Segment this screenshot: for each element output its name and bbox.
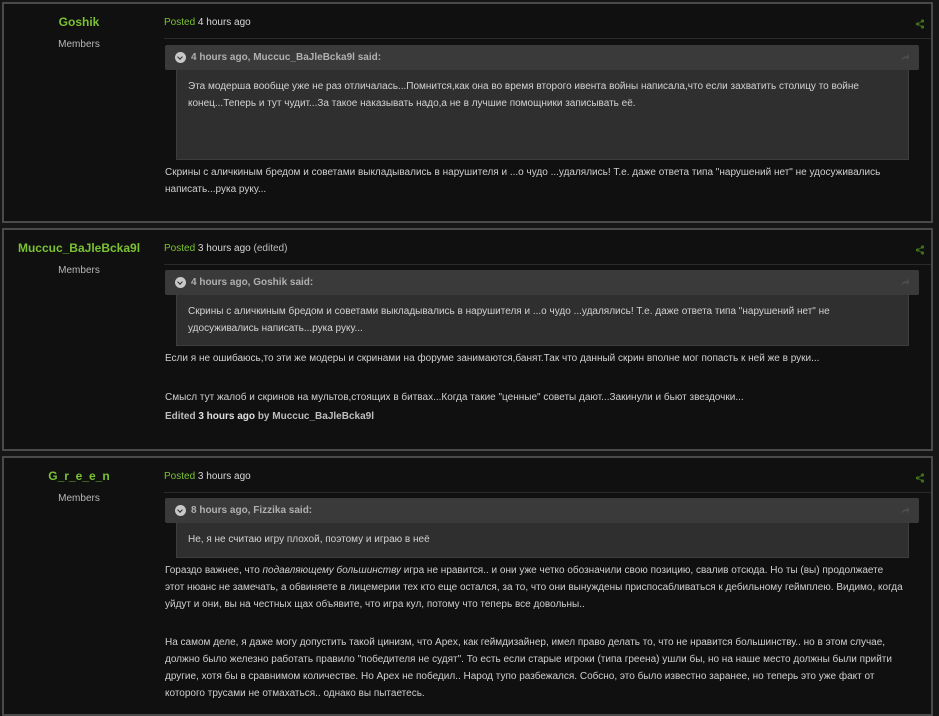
- quote-body: Не, я не считаю игру плохой, поэтому и и…: [176, 523, 909, 558]
- author-group: Members: [58, 265, 100, 276]
- author-name[interactable]: Muccuc_BaJleBcka9l: [4, 241, 154, 255]
- posted-label: Posted: [164, 17, 196, 28]
- divider: [164, 492, 931, 493]
- post-body: На самом деле, я даже могу допустить так…: [165, 634, 905, 702]
- emphasis-text: подавляющему большинству: [262, 565, 402, 576]
- divider: [164, 264, 931, 265]
- post-body: Смысл тут жалоб и скринов на мультов,сто…: [165, 389, 905, 406]
- share-icon[interactable]: [900, 277, 910, 287]
- post-body: Если я не ошибаюсь,то эти же модеры и ск…: [165, 350, 905, 367]
- chevron-down-icon[interactable]: [175, 52, 186, 63]
- edit-by: by Muccuc_BaJleBcka9l: [257, 411, 374, 422]
- author-group: Members: [58, 493, 100, 504]
- post-time[interactable]: 3 hours ago: [198, 471, 251, 482]
- author-info: Muccuc_BaJleBcka9l Members: [4, 230, 154, 276]
- quote-body: Эта модерша вообще уже не раз отличалась…: [176, 70, 909, 160]
- post-meta: Posted 4 hours ago: [164, 17, 251, 28]
- posted-label: Posted: [164, 243, 196, 254]
- post-meta: Posted 3 hours ago: [164, 471, 251, 482]
- post-time[interactable]: 3 hours ago: [198, 243, 251, 254]
- edit-note: Edited 3 hours ago by Muccuc_BaJleBcka9l: [165, 411, 374, 422]
- post-time[interactable]: 4 hours ago: [198, 17, 251, 28]
- posted-label: Posted: [164, 471, 196, 482]
- author-info: G_r_e_e_n Members: [4, 458, 154, 504]
- share-icon[interactable]: [915, 473, 925, 483]
- post: G_r_e_e_n Members Posted 3 hours ago 8 h…: [2, 456, 933, 716]
- quote-citation[interactable]: 4 hours ago, Muccuc_BaJleBcka9l said:: [191, 52, 381, 63]
- post-paragraph: На самом деле, я даже могу допустить так…: [165, 637, 892, 699]
- post: Muccuc_BaJleBcka9l Members Posted 3 hour…: [2, 228, 933, 451]
- chevron-down-icon[interactable]: [175, 505, 186, 516]
- quote-text: Не, я не считаю игру плохой, поэтому и и…: [188, 534, 430, 545]
- author-name[interactable]: Goshik: [4, 15, 154, 29]
- post: Goshik Members Posted 4 hours ago 4 hour…: [2, 2, 933, 223]
- quote-text: Скрины с аличкиным бредом и советами вык…: [188, 306, 830, 334]
- divider: [164, 38, 931, 39]
- post-body: Скрины с аличкиным бредом и советами вык…: [165, 164, 905, 198]
- quote-header: 8 hours ago, Fizzika said:: [165, 498, 919, 523]
- post-meta: Posted 3 hours ago (edited): [164, 243, 287, 254]
- share-icon[interactable]: [900, 52, 910, 62]
- quote-header: 4 hours ago, Goshik said:: [165, 270, 919, 295]
- edit-time: 3 hours ago: [198, 411, 256, 422]
- post-paragraph: Скрины с аличкиным бредом и советами вык…: [165, 167, 881, 195]
- quote-citation[interactable]: 8 hours ago, Fizzika said:: [191, 505, 312, 516]
- share-icon[interactable]: [900, 505, 910, 515]
- share-icon[interactable]: [915, 245, 925, 255]
- quote-citation[interactable]: 4 hours ago, Goshik said:: [191, 277, 313, 288]
- quote-text: Эта модерша вообще уже не раз отличалась…: [188, 81, 859, 109]
- author-group: Members: [58, 39, 100, 50]
- post-text: Гораздо важнее, что: [165, 565, 263, 576]
- post-paragraph: Смысл тут жалоб и скринов на мультов,сто…: [165, 392, 744, 403]
- post-paragraph: Если я не ошибаюсь,то эти же модеры и ск…: [165, 353, 820, 364]
- author-info: Goshik Members: [4, 4, 154, 50]
- edited-label: (edited): [253, 243, 288, 254]
- post-body: Гораздо важнее, что подавляющему большин…: [165, 562, 905, 613]
- quote-header: 4 hours ago, Muccuc_BaJleBcka9l said:: [165, 45, 919, 70]
- chevron-down-icon[interactable]: [175, 277, 186, 288]
- edit-prefix: Edited: [165, 411, 196, 422]
- author-name[interactable]: G_r_e_e_n: [4, 469, 154, 483]
- quote-body: Скрины с аличкиным бредом и советами вык…: [176, 295, 909, 346]
- share-icon[interactable]: [915, 19, 925, 29]
